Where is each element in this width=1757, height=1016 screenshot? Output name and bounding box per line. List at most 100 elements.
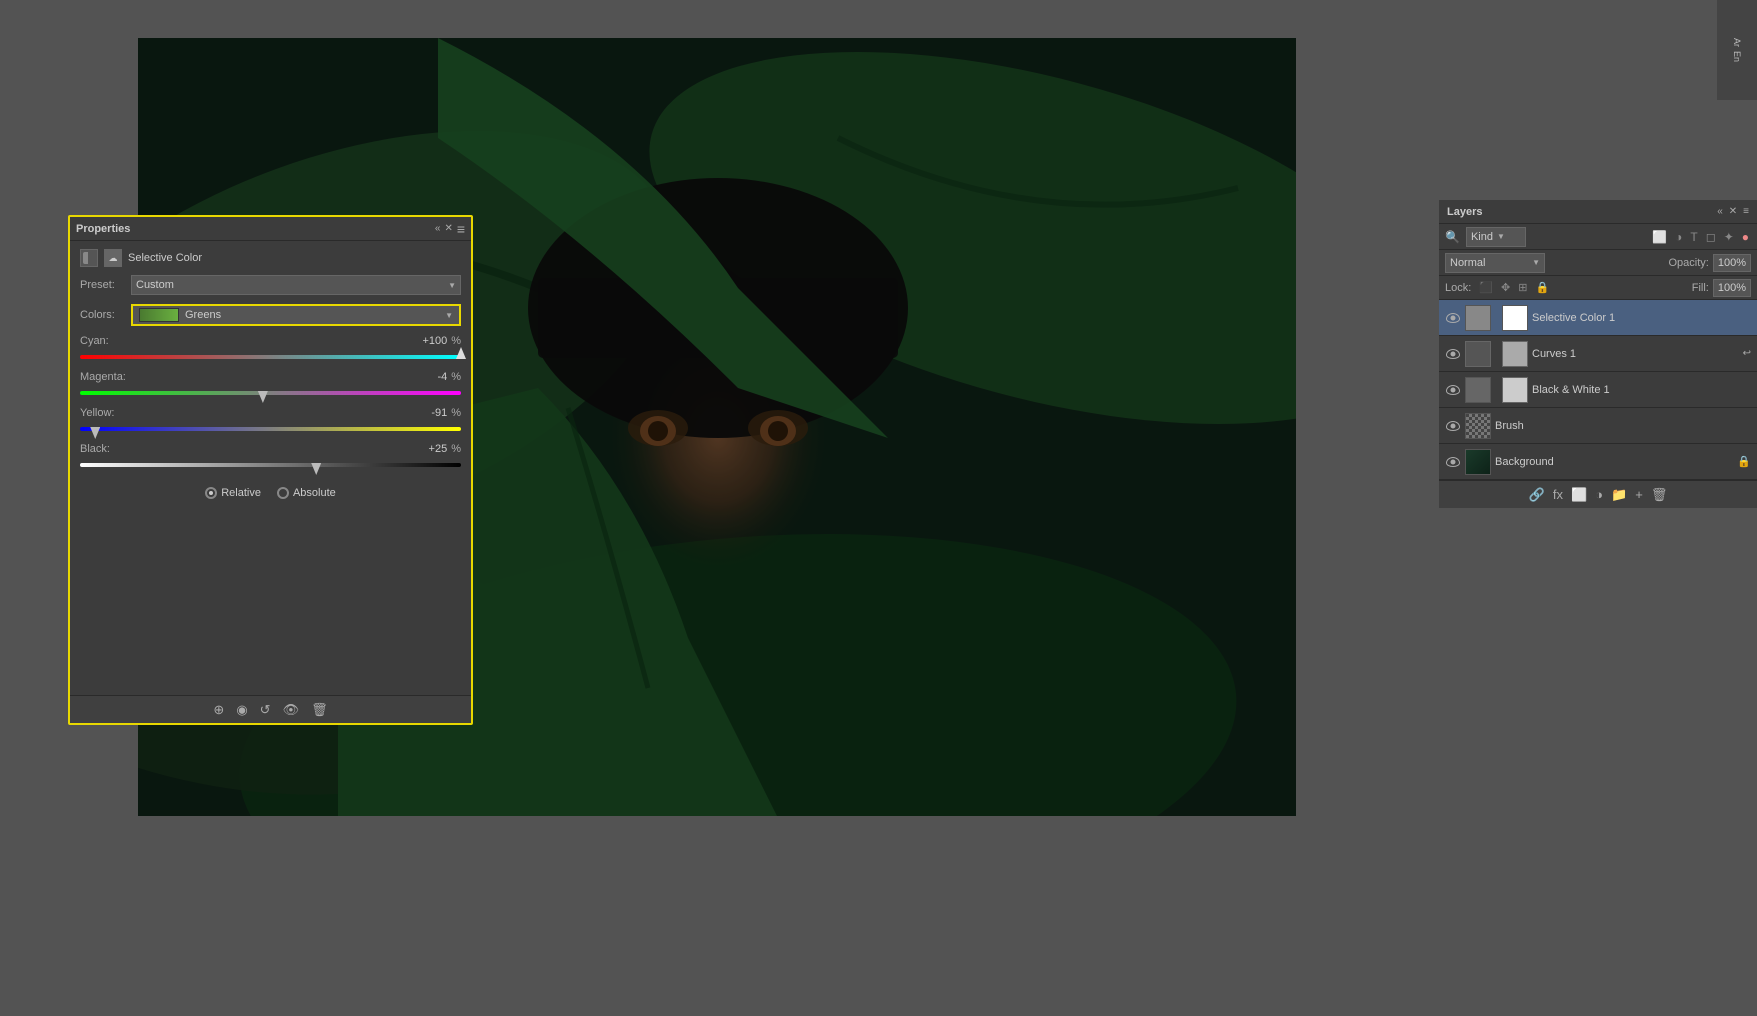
magenta-header: Magenta: -4 % [80, 371, 461, 383]
layers-collapse-btn[interactable]: « [1717, 206, 1723, 217]
layer-name-background: Background [1495, 456, 1733, 468]
shape-filter-icon[interactable]: ◻ [1704, 228, 1718, 246]
black-value-area: +25 % [415, 443, 461, 455]
opacity-value[interactable]: 100% [1713, 254, 1751, 272]
colors-label: Colors: [80, 309, 125, 321]
absolute-radio-item[interactable]: Absolute [277, 487, 336, 499]
cyan-thumb[interactable] [456, 347, 466, 359]
yellow-label: Yellow: [80, 407, 135, 419]
sc-header-row: ☁ Selective Color [80, 249, 461, 267]
layers-group-icon[interactable]: 📁 [1611, 487, 1627, 503]
blend-mode-arrow: ▼ [1532, 258, 1540, 267]
opacity-label: Opacity: [1669, 257, 1709, 269]
black-value: +25 [415, 443, 447, 455]
fill-value[interactable]: 100% [1713, 279, 1751, 297]
lock-artboard-icon[interactable]: ⊞ [1516, 279, 1529, 296]
cyan-track [80, 355, 461, 359]
preset-value: Custom [136, 279, 174, 291]
magenta-thumb[interactable] [258, 391, 268, 403]
cyan-label: Cyan: [80, 335, 135, 347]
layer-thumb-curves-a [1465, 341, 1491, 367]
layers-new-icon[interactable]: + [1635, 487, 1643, 502]
kind-filter-dropdown[interactable]: Kind ▼ [1466, 227, 1526, 247]
relative-radio-circle[interactable] [205, 487, 217, 499]
cyan-track-container [80, 349, 461, 365]
layer-vis-bw-1[interactable] [1445, 382, 1461, 398]
magenta-pct: % [451, 371, 461, 383]
toolbar-icon-eye[interactable]: ◉ [236, 702, 247, 718]
layers-controls: « ✕ ≡ [1717, 206, 1749, 217]
smart-filter-icon[interactable]: ✦ [1722, 228, 1736, 246]
lock-pixels-icon[interactable]: ⬛ [1477, 279, 1495, 296]
cyan-slider-row: Cyan: +100 % [80, 335, 461, 365]
layer-thumb-brush [1465, 413, 1491, 439]
layers-close-btn[interactable]: ✕ [1729, 206, 1737, 217]
layer-item-curves-1[interactable]: Curves 1 ↩ [1439, 336, 1757, 372]
pixel-filter-icon[interactable]: ⬜ [1650, 228, 1669, 246]
layers-title: Layers [1447, 206, 1482, 218]
layers-panel: Layers « ✕ ≡ 🔍 Kind ▼ ⬜ ◑ T ◻ ✦ ● Normal… [1439, 200, 1757, 508]
relative-radio-item[interactable]: Relative [205, 487, 261, 499]
toolbar-icon-delete[interactable]: 🗑 [311, 702, 328, 718]
layers-delete-icon[interactable]: 🗑 [1651, 487, 1668, 503]
layer-vis-selective-1[interactable] [1445, 310, 1461, 326]
magenta-track [80, 391, 461, 395]
layers-lock-row: Lock: ⬛ ✥ ⊞ 🔒 Fill: 100% [1439, 276, 1757, 300]
black-slider-row: Black: +25 % [80, 443, 461, 473]
layers-link-icon[interactable]: 🔗 [1529, 487, 1545, 503]
top-right-app-corner: Ar En [1717, 0, 1757, 100]
toolbar-icon-add[interactable]: ⊕ [213, 702, 224, 718]
lock-all-icon[interactable]: 🔒 [1533, 279, 1551, 296]
properties-close-btn[interactable]: ✕ [444, 224, 452, 234]
preset-dropdown-arrow: ▼ [448, 281, 456, 290]
type-filter-icon[interactable]: T [1688, 228, 1699, 246]
sc-icon-clip[interactable]: ☁ [104, 249, 122, 267]
properties-titlebar: Properties « ✕ ≡ [70, 217, 471, 241]
absolute-radio-circle[interactable] [277, 487, 289, 499]
adjustment-filter-icon[interactable]: ◑ [1673, 228, 1684, 246]
layers-menu-btn[interactable]: ≡ [1743, 206, 1749, 217]
colors-row: Colors: Greens ▼ [80, 304, 461, 326]
black-thumb[interactable] [311, 463, 321, 475]
properties-collapse-btn[interactable]: « [435, 224, 441, 234]
eye-icon-bw-1 [1446, 385, 1460, 395]
yellow-thumb[interactable] [90, 427, 100, 439]
layer-thumb-sc1-b [1502, 305, 1528, 331]
absolute-radio-label: Absolute [293, 487, 336, 499]
lock-move-icon[interactable]: ✥ [1499, 279, 1512, 296]
layer-item-bw-1[interactable]: Black & White 1 [1439, 372, 1757, 408]
yellow-header: Yellow: -91 % [80, 407, 461, 419]
colors-dropdown[interactable]: Greens ▼ [131, 304, 461, 326]
layer-item-selective-color-1[interactable]: Selective Color 1 [1439, 300, 1757, 336]
preset-dropdown[interactable]: Custom ▼ [131, 275, 461, 295]
colors-dropdown-arrow: ▼ [445, 311, 453, 320]
fill-label: Fill: [1692, 282, 1709, 294]
yellow-value: -91 [415, 407, 447, 419]
toolbar-icon-clip[interactable]: 👁 [283, 702, 300, 718]
magenta-label: Magenta: [80, 371, 135, 383]
layer-item-brush[interactable]: Brush [1439, 408, 1757, 444]
properties-menu-btn[interactable]: ≡ [457, 222, 465, 236]
toolbar-icon-reset[interactable]: ↺ [260, 702, 271, 718]
fill-value-text: 100% [1718, 282, 1746, 294]
layer-vis-curves-1[interactable] [1445, 346, 1461, 362]
layer-item-background[interactable]: Background 🔒 [1439, 444, 1757, 480]
layer-name-curves-1: Curves 1 [1532, 348, 1739, 360]
opacity-value-text: 100% [1718, 257, 1746, 269]
preset-label: Preset: [80, 279, 125, 291]
blend-mode-dropdown[interactable]: Normal ▼ [1445, 253, 1545, 273]
layer-thumb-bw-b [1502, 377, 1528, 403]
magenta-value-area: -4 % [415, 371, 461, 383]
eye-icon-brush [1446, 421, 1460, 431]
yellow-track-container [80, 421, 461, 437]
sc-icon-mask[interactable] [80, 249, 98, 267]
kind-filter-arrow: ▼ [1497, 232, 1505, 241]
properties-panel: Properties « ✕ ≡ ☁ Selective Color Prese… [68, 215, 473, 725]
layer-vis-brush[interactable] [1445, 418, 1461, 434]
layer-vis-background[interactable] [1445, 454, 1461, 470]
layers-adjustment-icon[interactable]: ◑ [1595, 487, 1603, 502]
layers-fx-icon[interactable]: fx [1553, 487, 1563, 502]
layers-mask-icon[interactable]: ⬜ [1571, 487, 1587, 503]
color-filter-toggle[interactable]: ● [1740, 228, 1751, 246]
kind-filter-label: Kind [1471, 231, 1493, 243]
